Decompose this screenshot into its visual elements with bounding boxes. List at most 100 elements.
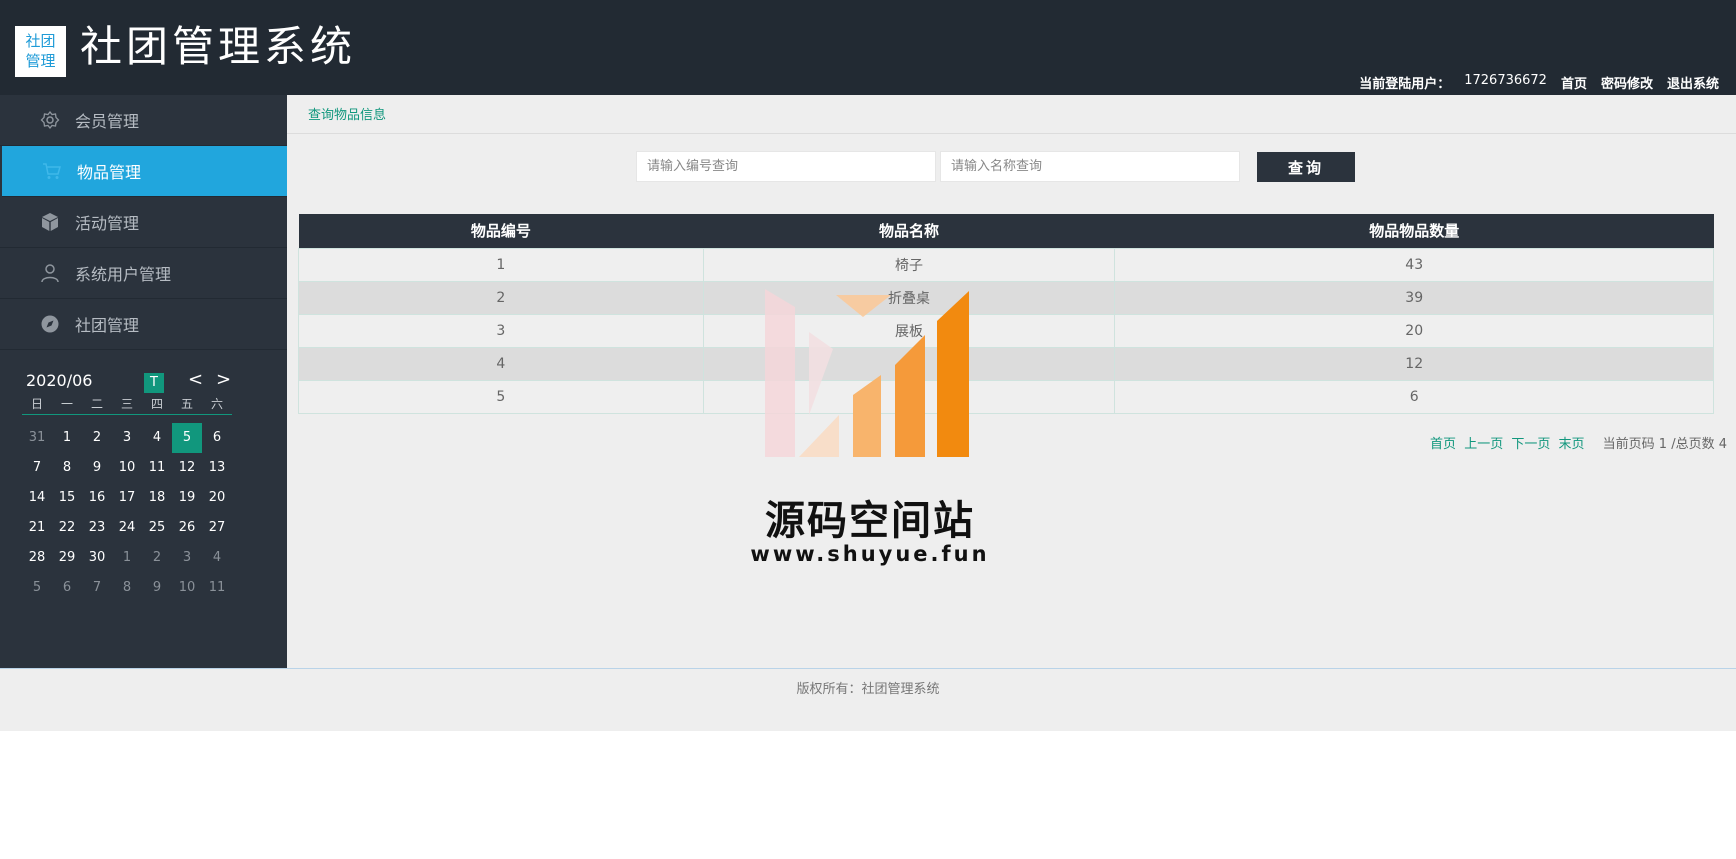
calendar-day[interactable]: 22 (52, 513, 82, 543)
calendar-day[interactable]: 9 (82, 453, 112, 483)
footer: 版权所有：社团管理系统 (0, 668, 1736, 731)
table-cell: 5 (298, 379, 704, 414)
calendar-day[interactable]: 30 (82, 543, 112, 573)
calendar-day[interactable]: 14 (22, 483, 52, 513)
calendar-weekdays: 日一二三四五六 (22, 395, 232, 415)
item-name-search-input[interactable] (940, 151, 1240, 182)
calendar-day[interactable]: 29 (52, 543, 82, 573)
calendar-day[interactable]: 11 (202, 573, 232, 603)
table-row: 4 音 12 (298, 346, 1714, 381)
logo-line-2: 管理 (25, 52, 56, 70)
calendar-next-button[interactable]: > (216, 369, 231, 390)
table-cell: 展板 (702, 313, 1116, 348)
table-header-row: 物品编号 物品名称 物品物品数量 (298, 214, 1714, 248)
current-user-label: 当前登陆用户： (1359, 77, 1451, 92)
calendar-day[interactable]: 19 (172, 483, 202, 513)
watermark-text: 源码空间站 (765, 498, 975, 544)
calendar-weekday: 日 (30, 397, 43, 411)
pager-last-link[interactable]: 末页 (1559, 437, 1585, 452)
table-cell: 椅子 (702, 247, 1116, 282)
breadcrumb[interactable]: 查询物品信息 (308, 104, 386, 123)
sidebar-item-label: 系统用户管理 (75, 265, 172, 284)
table-cell: 折叠桌 (702, 280, 1116, 315)
user-icon (40, 263, 60, 283)
sidebar: 会员管理 物品管理 活动管理 系统用户管理 社团管理 2020/06 T < >… (0, 95, 287, 668)
calendar-weekday: 一 (60, 397, 73, 411)
calendar-weekday: 五 (180, 397, 193, 411)
table-cell: 4 (298, 346, 704, 381)
calendar-day[interactable]: 16 (82, 483, 112, 513)
sidebar-item-items[interactable]: 物品管理 (2, 146, 287, 197)
sidebar-item-clubs[interactable]: 社团管理 (0, 299, 287, 350)
watermark-url: www.shuyue.fun (750, 542, 990, 566)
main-content: 查询物品信息 查询 物品编号 物品名称 物品物品数量 1椅子432折叠桌393展… (287, 95, 1736, 668)
breadcrumb-divider (287, 133, 1736, 134)
calendar-day[interactable]: 7 (82, 573, 112, 603)
table-cell: 20 (1114, 313, 1714, 348)
calendar-day[interactable]: 18 (142, 483, 172, 513)
sidebar-item-members[interactable]: 会员管理 (0, 95, 287, 146)
table-row: 3 展板 20 (298, 313, 1714, 348)
calendar-day[interactable]: 11 (142, 453, 172, 483)
calendar-day[interactable]: 3 (112, 423, 142, 453)
calendar-prev-button[interactable]: < (188, 369, 203, 390)
calendar-day[interactable]: 31 (22, 423, 52, 453)
calendar-day[interactable]: 10 (172, 573, 202, 603)
pager-prev-link[interactable]: 上一页 (1464, 437, 1503, 452)
pager-first-link[interactable]: 首页 (1430, 437, 1456, 452)
search-button[interactable]: 查询 (1257, 152, 1355, 182)
calendar: 2020/06 T < > 日一二三四五六 31 1 2 3 4 5 6 7 8 9 10 11 12 1… (22, 365, 232, 603)
calendar-day[interactable]: 6 (202, 423, 232, 453)
table-cell: 3 (298, 313, 704, 348)
calendar-day[interactable]: 2 (142, 543, 172, 573)
calendar-day[interactable]: 25 (142, 513, 172, 543)
calendar-day[interactable]: 17 (112, 483, 142, 513)
column-header: 物品名称 (703, 214, 1115, 248)
calendar-day[interactable]: 7 (22, 453, 52, 483)
sidebar-item-activities[interactable]: 活动管理 (0, 197, 287, 248)
copyright-text: 版权所有：社团管理系统 (796, 682, 940, 697)
calendar-day[interactable]: 4 (202, 543, 232, 573)
calendar-day[interactable]: 21 (22, 513, 52, 543)
calendar-day[interactable]: 10 (112, 453, 142, 483)
calendar-day[interactable]: 24 (112, 513, 142, 543)
calendar-day[interactable]: 23 (82, 513, 112, 543)
calendar-day[interactable]: 1 (112, 543, 142, 573)
calendar-day[interactable]: 13 (202, 453, 232, 483)
calendar-day[interactable]: 4 (142, 423, 172, 453)
calendar-today-button[interactable]: T (144, 373, 164, 393)
column-header: 物品物品数量 (1114, 214, 1714, 248)
calendar-day[interactable]: 27 (202, 513, 232, 543)
calendar-day[interactable]: 20 (202, 483, 232, 513)
calendar-day[interactable]: 3 (172, 543, 202, 573)
calendar-day[interactable]: 8 (52, 453, 82, 483)
change-password-link[interactable]: 密码修改 (1601, 73, 1653, 92)
calendar-day[interactable]: 6 (52, 573, 82, 603)
calendar-day[interactable]: 5 (22, 573, 52, 603)
calendar-day[interactable]: 5 (172, 423, 202, 453)
table-cell: 43 (1114, 247, 1714, 282)
calendar-day[interactable]: 1 (52, 423, 82, 453)
logout-link[interactable]: 退出系统 (1667, 73, 1719, 92)
calendar-month: 2020/06 (26, 371, 93, 390)
pager-info: 当前页码 1 /总页数 4 (1602, 437, 1727, 452)
calendar-day[interactable]: 2 (82, 423, 112, 453)
pager-next-link[interactable]: 下一页 (1511, 437, 1550, 452)
items-table: 物品编号 物品名称 物品物品数量 1 椅子 43 2 折叠桌 39 3 展板 20 4 音 12 5 6 (298, 214, 1714, 414)
sidebar-item-system-users[interactable]: 系统用户管理 (0, 248, 287, 299)
calendar-day[interactable]: 28 (22, 543, 52, 573)
calendar-day[interactable]: 9 (142, 573, 172, 603)
home-link[interactable]: 首页 (1561, 73, 1587, 92)
table-cell: 音 (702, 346, 1116, 381)
calendar-day[interactable]: 26 (172, 513, 202, 543)
compass-icon (40, 314, 60, 334)
app-title: 社团管理系统 (80, 22, 357, 71)
item-id-search-input[interactable] (636, 151, 936, 182)
calendar-day[interactable]: 8 (112, 573, 142, 603)
table-cell: 2 (298, 280, 704, 315)
calendar-day[interactable]: 15 (52, 483, 82, 513)
table-cell: 39 (1114, 280, 1714, 315)
calendar-day[interactable]: 12 (172, 453, 202, 483)
gear-icon (40, 110, 60, 130)
calendar-weekday: 六 (210, 397, 223, 411)
